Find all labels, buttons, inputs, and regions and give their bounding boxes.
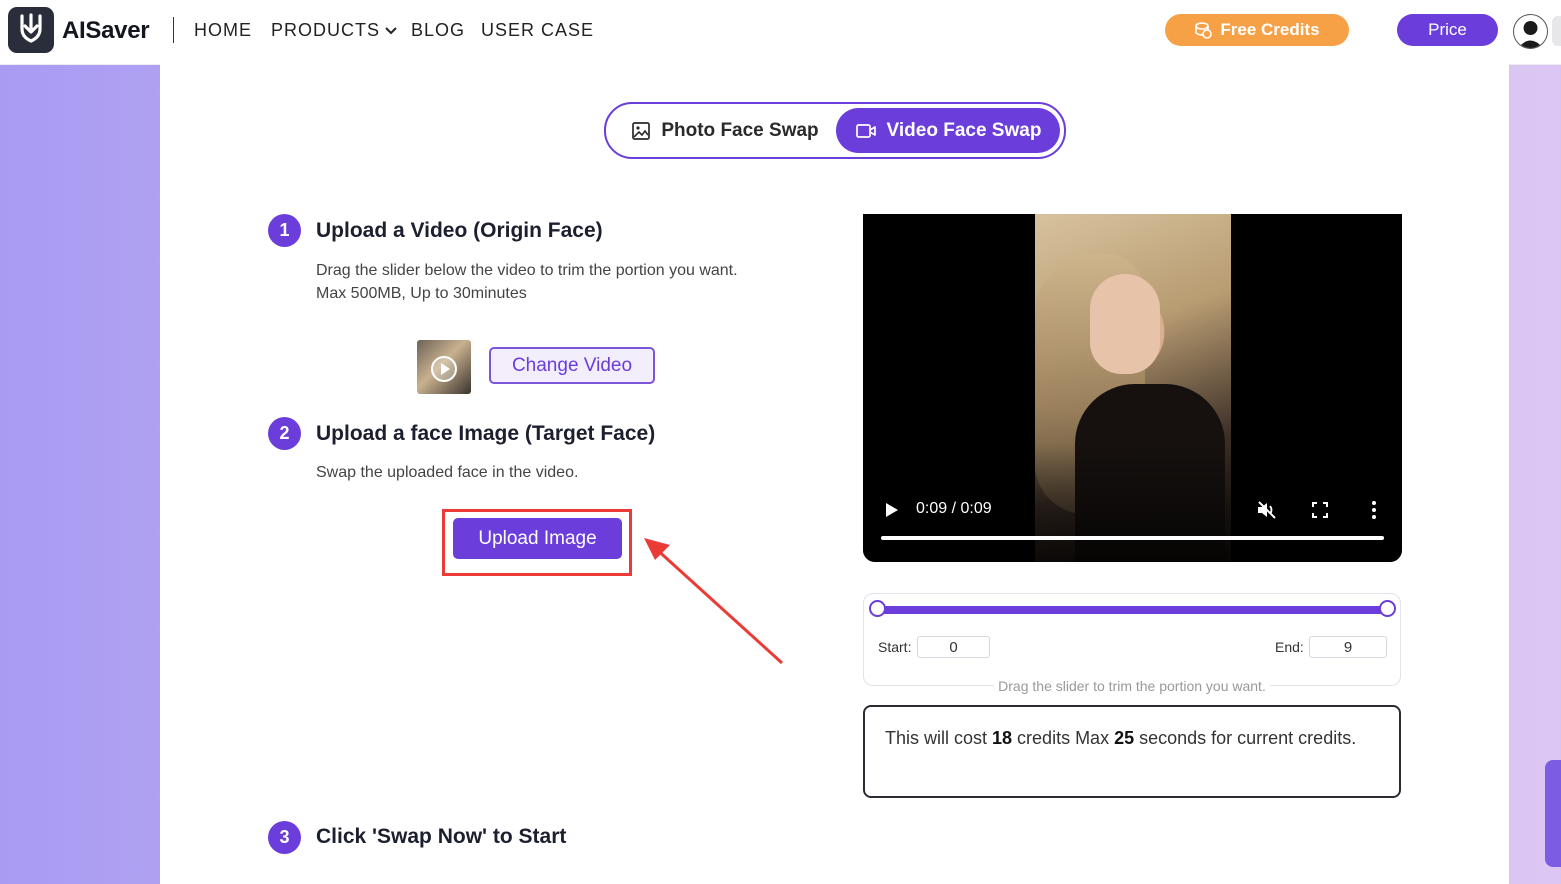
cost-info-box: This will cost 18 credits Max 25 seconds… [863,705,1401,798]
step-3-title: Click 'Swap Now' to Start [316,825,567,848]
edge-tab[interactable] [1552,16,1561,46]
step-2-desc: Swap the uploaded face in the video. [316,464,579,481]
step-1-title: Upload a Video (Origin Face) [316,219,603,242]
step-1-limit: Max 500MB, Up to 30minutes [316,285,527,302]
user-icon [1518,21,1543,48]
step-1-number: 1 [268,214,301,247]
cost-suffix: seconds for current credits. [1134,728,1357,748]
more-vertical-icon[interactable] [1369,500,1379,520]
user-avatar[interactable] [1513,14,1548,49]
tab-photo-face-swap[interactable]: Photo Face Swap [614,108,836,153]
trim-end-handle[interactable] [1379,600,1396,617]
fullscreen-icon[interactable] [1311,501,1329,519]
trim-range-track[interactable] [878,606,1387,614]
step-2-number: 2 [268,417,301,450]
trim-hint-text: Drag the slider to trim the portion you … [994,678,1270,694]
cost-seconds: 25 [1114,728,1135,748]
mute-icon[interactable] [1256,500,1278,520]
upload-image-button[interactable]: Upload Image [453,518,622,559]
free-credits-label: Free Credits [1220,20,1320,39]
mode-tabs: Photo Face Swap Video Face Swap [604,102,1066,159]
step-2-title: Upload a face Image (Target Face) [316,422,656,445]
step-1-desc: Drag the slider below the video to trim … [316,262,738,279]
trim-start-label: Start: [878,639,912,655]
cost-middle: credits Max [1012,728,1115,748]
free-credits-button[interactable]: Free Credits [1165,14,1349,46]
play-icon[interactable] [885,502,899,518]
frame-face [1090,274,1160,374]
step-3-number: 3 [268,821,301,854]
video-thumbnail[interactable] [417,340,471,394]
nav-products[interactable]: PRODUCTS [271,20,398,41]
image-icon [632,121,651,140]
brand-name[interactable]: AISaver [62,17,150,45]
tab-photo-label: Photo Face Swap [661,119,819,141]
play-circle-icon [431,356,457,382]
annotation-arrow-icon [644,538,784,665]
cost-credits: 18 [992,728,1013,748]
tab-video-label: Video Face Swap [886,119,1042,141]
trim-start-handle[interactable] [869,600,886,617]
cost-prefix: This will cost [885,728,993,748]
header-divider [173,17,174,43]
trim-hint: Drag the slider to trim the portion you … [863,678,1401,694]
top-nav-bar: AISaver HOME PRODUCTS BLOG USER CASE Fre… [0,0,1561,65]
change-video-button[interactable]: Change Video [489,347,655,384]
nav-home[interactable]: HOME [194,20,252,41]
video-time: 0:09 / 0:09 [916,500,992,517]
trim-start-input[interactable]: 0 [917,636,990,658]
trim-end-input[interactable]: 9 [1309,636,1387,658]
chevron-down-icon [385,27,397,35]
coins-icon [1195,22,1213,39]
video-progress-bar[interactable] [881,536,1384,540]
aisaver-logo-icon[interactable] [8,7,54,53]
nav-user-case[interactable]: USER CASE [481,20,594,41]
nav-products-label: PRODUCTS [271,20,381,40]
video-camera-icon [855,123,876,138]
side-feedback-tab[interactable] [1545,760,1561,867]
tab-video-face-swap[interactable]: Video Face Swap [836,108,1060,153]
nav-blog[interactable]: BLOG [411,20,465,41]
price-button[interactable]: Price [1397,14,1498,46]
trim-end-label: End: [1275,639,1304,655]
